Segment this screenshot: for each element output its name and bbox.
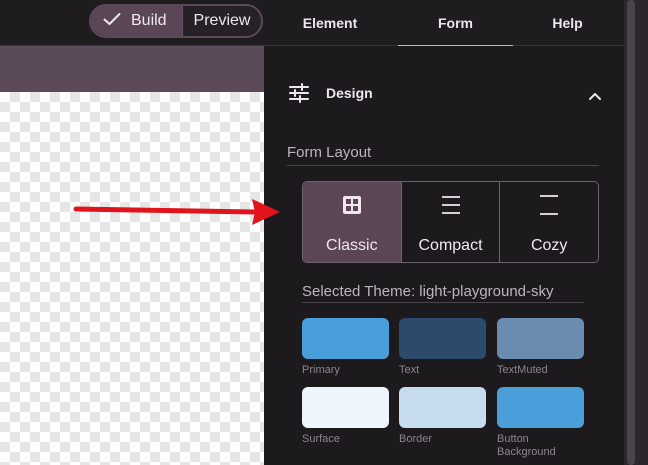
cozy-lines-icon xyxy=(538,194,560,221)
layout-option-label: Classic xyxy=(326,237,378,254)
red-arrow-annotation xyxy=(73,199,280,225)
chevron-up-icon[interactable] xyxy=(588,88,602,100)
layout-option-classic[interactable]: Classic xyxy=(303,182,401,262)
design-section-header[interactable]: Design xyxy=(288,80,608,106)
build-label: Build xyxy=(131,12,167,29)
layout-option-label: Compact xyxy=(418,237,483,254)
layout-option-label: Cozy xyxy=(530,237,568,254)
swatch-label-border: Border xyxy=(399,433,433,445)
swatch-label-primary: Primary xyxy=(302,364,340,376)
swatch-text-muted[interactable] xyxy=(497,318,584,359)
compact-lines-icon xyxy=(440,194,462,221)
swatch-label-button-background: Button Background xyxy=(497,433,556,458)
form-layout-label: Form Layout xyxy=(287,144,599,166)
scrollbar-thumb[interactable] xyxy=(627,0,635,465)
layout-option-compact[interactable]: Compact xyxy=(400,182,500,262)
check-icon xyxy=(103,12,121,31)
tab-help[interactable]: Help xyxy=(520,0,615,46)
swatch-primary[interactable] xyxy=(302,318,389,359)
form-layout-selector: Classic Compact Cozy xyxy=(302,181,599,263)
form-canvas[interactable] xyxy=(0,92,264,465)
preview-button[interactable]: Preview xyxy=(182,6,261,36)
tab-element[interactable]: Element xyxy=(280,0,380,46)
selected-theme-label: Selected Theme: light-playground-sky xyxy=(302,283,584,303)
top-bar: Build Preview Element Form Help xyxy=(0,0,648,47)
design-title: Design xyxy=(326,85,373,101)
swatch-surface[interactable] xyxy=(302,387,389,428)
swatch-border[interactable] xyxy=(399,387,486,428)
tune-icon xyxy=(288,83,310,103)
swatch-label-text: Text xyxy=(399,364,420,376)
swatch-label-text-muted: TextMuted xyxy=(497,364,548,376)
build-button[interactable]: Build xyxy=(91,6,182,36)
swatch-button-background[interactable] xyxy=(497,387,584,428)
tab-form[interactable]: Form xyxy=(398,0,513,47)
swatch-label-surface: Surface xyxy=(302,433,340,445)
mode-toggle: Build Preview xyxy=(89,4,263,38)
canvas-header-bar xyxy=(0,46,264,92)
grid-icon xyxy=(341,194,363,221)
layout-option-cozy[interactable]: Cozy xyxy=(499,182,598,262)
swatch-text[interactable] xyxy=(399,318,486,359)
